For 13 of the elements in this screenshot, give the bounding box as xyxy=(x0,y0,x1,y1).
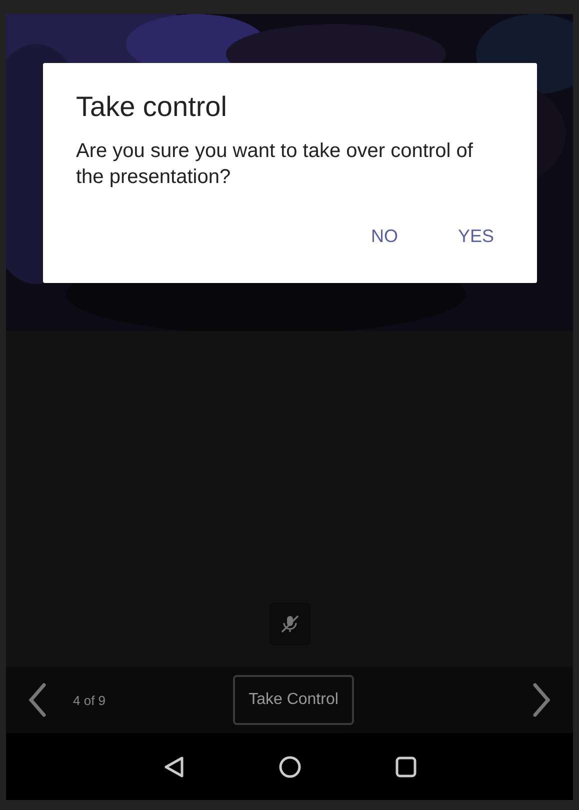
dialog-message: Are you sure you want to take over control of the presentation? xyxy=(76,139,474,190)
take-control-button[interactable]: Take Control xyxy=(233,675,354,725)
page-indicator: 4 of 9 xyxy=(73,692,107,708)
recents-icon[interactable] xyxy=(394,754,418,778)
no-button[interactable]: NO xyxy=(360,218,408,255)
home-icon[interactable] xyxy=(278,754,302,778)
muted-microphone-icon xyxy=(278,613,300,635)
next-icon[interactable] xyxy=(531,682,553,718)
yes-button[interactable]: YES xyxy=(448,218,504,255)
dialog-title: Take control xyxy=(76,91,228,123)
previous-icon[interactable] xyxy=(26,682,48,718)
back-icon[interactable] xyxy=(162,754,186,778)
mute-button[interactable] xyxy=(268,603,310,645)
